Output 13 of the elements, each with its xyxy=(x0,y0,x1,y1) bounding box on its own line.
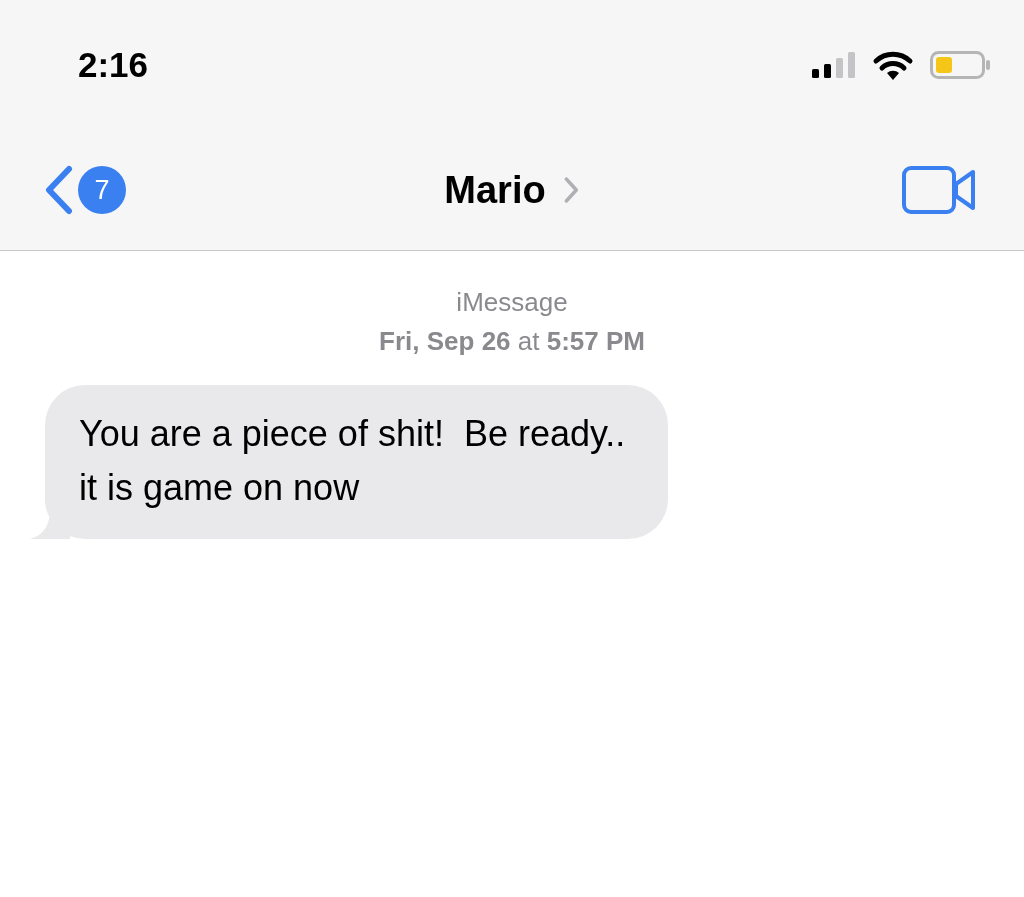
message-bubble: You are a piece of shit! Be ready.. it is game on now xyxy=(45,385,668,539)
video-call-button[interactable] xyxy=(902,166,976,214)
signal-icon xyxy=(812,52,856,78)
chevron-right-icon xyxy=(563,176,580,204)
wifi-icon xyxy=(872,50,914,80)
contact-name-button[interactable]: Mario xyxy=(444,130,580,250)
message-timestamp: Fri, Sep 26 at 5:57 PM xyxy=(378,325,646,358)
back-chevron-icon xyxy=(44,165,74,215)
service-label: iMessage xyxy=(455,286,569,319)
unread-count: 7 xyxy=(78,166,126,214)
back-button[interactable]: 7 xyxy=(44,165,126,215)
battery-icon xyxy=(930,51,990,79)
status-time: 2:16 xyxy=(78,43,149,86)
